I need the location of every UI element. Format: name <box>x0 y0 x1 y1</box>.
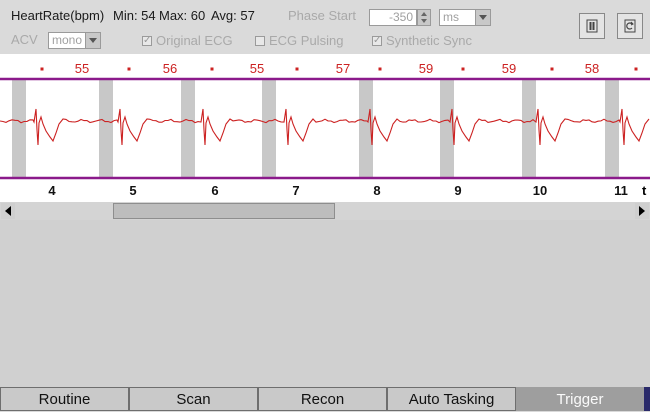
trigger-window-band <box>522 80 536 177</box>
ecg-waveform <box>0 108 650 146</box>
refresh-icon <box>624 19 636 33</box>
tab-auto-tasking[interactable]: Auto Tasking <box>387 387 516 411</box>
timeline-scrollbar[interactable] <box>0 202 650 220</box>
time-tick-label: 11 <box>614 183 628 198</box>
beat-rate-label: 57 <box>336 61 350 76</box>
scroll-right-icon[interactable] <box>635 203 649 219</box>
unit-select-value: ms <box>443 10 459 24</box>
ecg-pulsing-checkbox[interactable] <box>255 36 265 46</box>
main-content-area <box>0 220 650 387</box>
trigger-window-band <box>99 80 113 177</box>
chevron-down-icon[interactable] <box>85 33 100 48</box>
bottom-tab-bar: Routine Scan Recon Auto Tasking Trigger <box>0 387 650 411</box>
r-peak-marker <box>634 67 638 71</box>
acv-label: ACV <box>11 32 38 47</box>
r-peak-marker <box>461 67 465 71</box>
r-peak-marker <box>295 67 299 71</box>
time-tick-label: 5 <box>129 183 136 198</box>
time-tick-label: 4 <box>48 183 56 198</box>
phase-start-spinner[interactable] <box>417 9 431 26</box>
unit-select[interactable]: ms <box>439 9 491 26</box>
heart-rate-label: HeartRate(bpm) <box>11 8 105 23</box>
trigger-window-band <box>262 80 276 177</box>
refresh-button[interactable] <box>617 13 643 39</box>
original-ecg-label: Original ECG <box>156 33 233 48</box>
chevron-down-icon[interactable] <box>475 10 490 25</box>
spin-down-icon[interactable] <box>418 17 430 24</box>
tab-routine[interactable]: Routine <box>0 387 129 411</box>
ecg-trace-panel: 55 56 55 57 59 59 58 4 5 6 7 8 9 10 11 t <box>0 54 650 202</box>
phase-start-label: Phase Start <box>288 8 356 23</box>
beat-rate-label: 55 <box>75 61 89 76</box>
pause-icon <box>586 19 598 33</box>
r-peak-marker <box>210 67 214 71</box>
time-tick-label: 8 <box>373 183 380 198</box>
trigger-window-band <box>440 80 454 177</box>
trigger-window-band <box>181 80 195 177</box>
tab-bar-edge <box>644 387 650 411</box>
time-tick-label: 9 <box>454 183 461 198</box>
phase-start-input[interactable]: -350 <box>369 9 417 26</box>
beat-rate-label: 55 <box>250 61 264 76</box>
tab-scan[interactable]: Scan <box>129 387 258 411</box>
time-tick-label: 7 <box>292 183 299 198</box>
r-peak-marker <box>40 67 44 71</box>
beat-rate-label: 59 <box>419 61 433 76</box>
ecg-pulsing-label: ECG Pulsing <box>269 33 344 48</box>
r-peak-marker <box>378 67 382 71</box>
tab-trigger[interactable]: Trigger <box>516 387 644 411</box>
acv-select[interactable]: mono <box>48 32 101 49</box>
ecg-trace-svg: 55 56 55 57 59 59 58 4 5 6 7 8 9 10 11 t <box>0 61 650 198</box>
acv-select-value: mono <box>52 33 83 47</box>
time-tick-label: 10 <box>533 183 547 198</box>
r-peak-marker <box>127 67 131 71</box>
phase-start-value: -350 <box>388 10 413 24</box>
r-peak-marker <box>550 67 554 71</box>
pause-button[interactable] <box>579 13 605 39</box>
time-tick-label: 6 <box>211 183 218 198</box>
original-ecg-checkbox[interactable]: ✓ <box>142 36 152 46</box>
heart-rate-avg: Avg: 57 <box>211 8 255 23</box>
beat-rate-label: 58 <box>585 61 599 76</box>
spin-up-icon[interactable] <box>418 10 430 17</box>
scroll-left-icon[interactable] <box>1 203 15 219</box>
scrollbar-thumb[interactable] <box>113 203 335 219</box>
beat-rate-label: 56 <box>163 61 177 76</box>
heart-rate-min: Min: 54 <box>113 8 156 23</box>
beat-rate-label: 59 <box>502 61 516 76</box>
time-axis-label: t <box>642 183 647 198</box>
synthetic-sync-checkbox[interactable]: ✓ <box>372 36 382 46</box>
trigger-window-band <box>12 80 26 177</box>
heart-rate-max: Max: 60 <box>159 8 206 23</box>
tab-recon[interactable]: Recon <box>258 387 387 411</box>
synthetic-sync-label: Synthetic Sync <box>386 33 472 48</box>
trigger-window-band <box>605 80 619 177</box>
ecg-toolbar: HeartRate(bpm) Min: 54 Max: 60 Avg: 57 P… <box>0 0 650 54</box>
